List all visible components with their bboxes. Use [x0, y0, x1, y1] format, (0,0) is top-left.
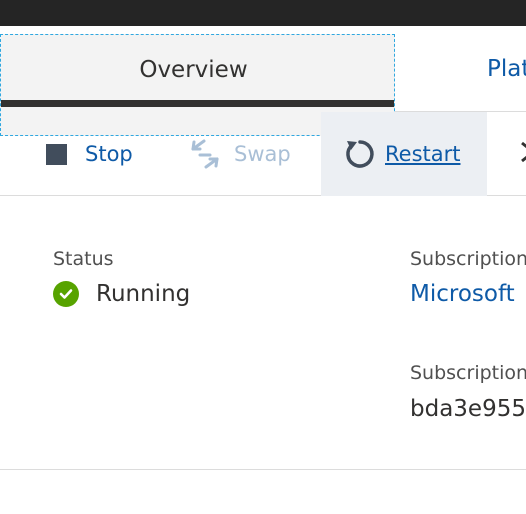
- checkmark-circle-icon: [53, 281, 79, 307]
- tab-overview-label: Overview: [139, 57, 248, 83]
- subscription-id-label: Subscription: [410, 362, 526, 384]
- swap-icon: [191, 139, 219, 169]
- swap-button-label: Swap: [234, 142, 291, 166]
- stop-button[interactable]: Stop: [46, 112, 133, 196]
- restart-icon: [346, 140, 374, 168]
- status-value: Running: [96, 281, 191, 307]
- subscription-id-value: bda3e955-: [410, 396, 526, 422]
- restart-button-label: Restart: [385, 142, 461, 166]
- status-value-row: Running: [53, 281, 190, 307]
- restart-button[interactable]: Restart: [321, 112, 487, 196]
- tab-active-indicator: [1, 100, 394, 107]
- tab-platform-features[interactable]: Plat: [487, 56, 526, 82]
- subscription-link[interactable]: Microsoft: [410, 281, 515, 307]
- status-label: Status: [53, 248, 114, 270]
- tab-bar: Overview Plat: [0, 26, 526, 136]
- stop-button-label: Stop: [85, 142, 133, 166]
- stop-icon: [46, 143, 67, 165]
- subscription-label: Subscription: [410, 248, 526, 270]
- more-commands-icon[interactable]: [514, 112, 526, 196]
- top-bar: [0, 0, 526, 26]
- command-toolbar: Stop Swap Restart: [0, 112, 526, 196]
- swap-button[interactable]: Swap: [190, 112, 291, 196]
- partial-command-icon: [521, 141, 526, 163]
- essentials-panel: Status Running Subscription Microsoft Su…: [0, 197, 526, 470]
